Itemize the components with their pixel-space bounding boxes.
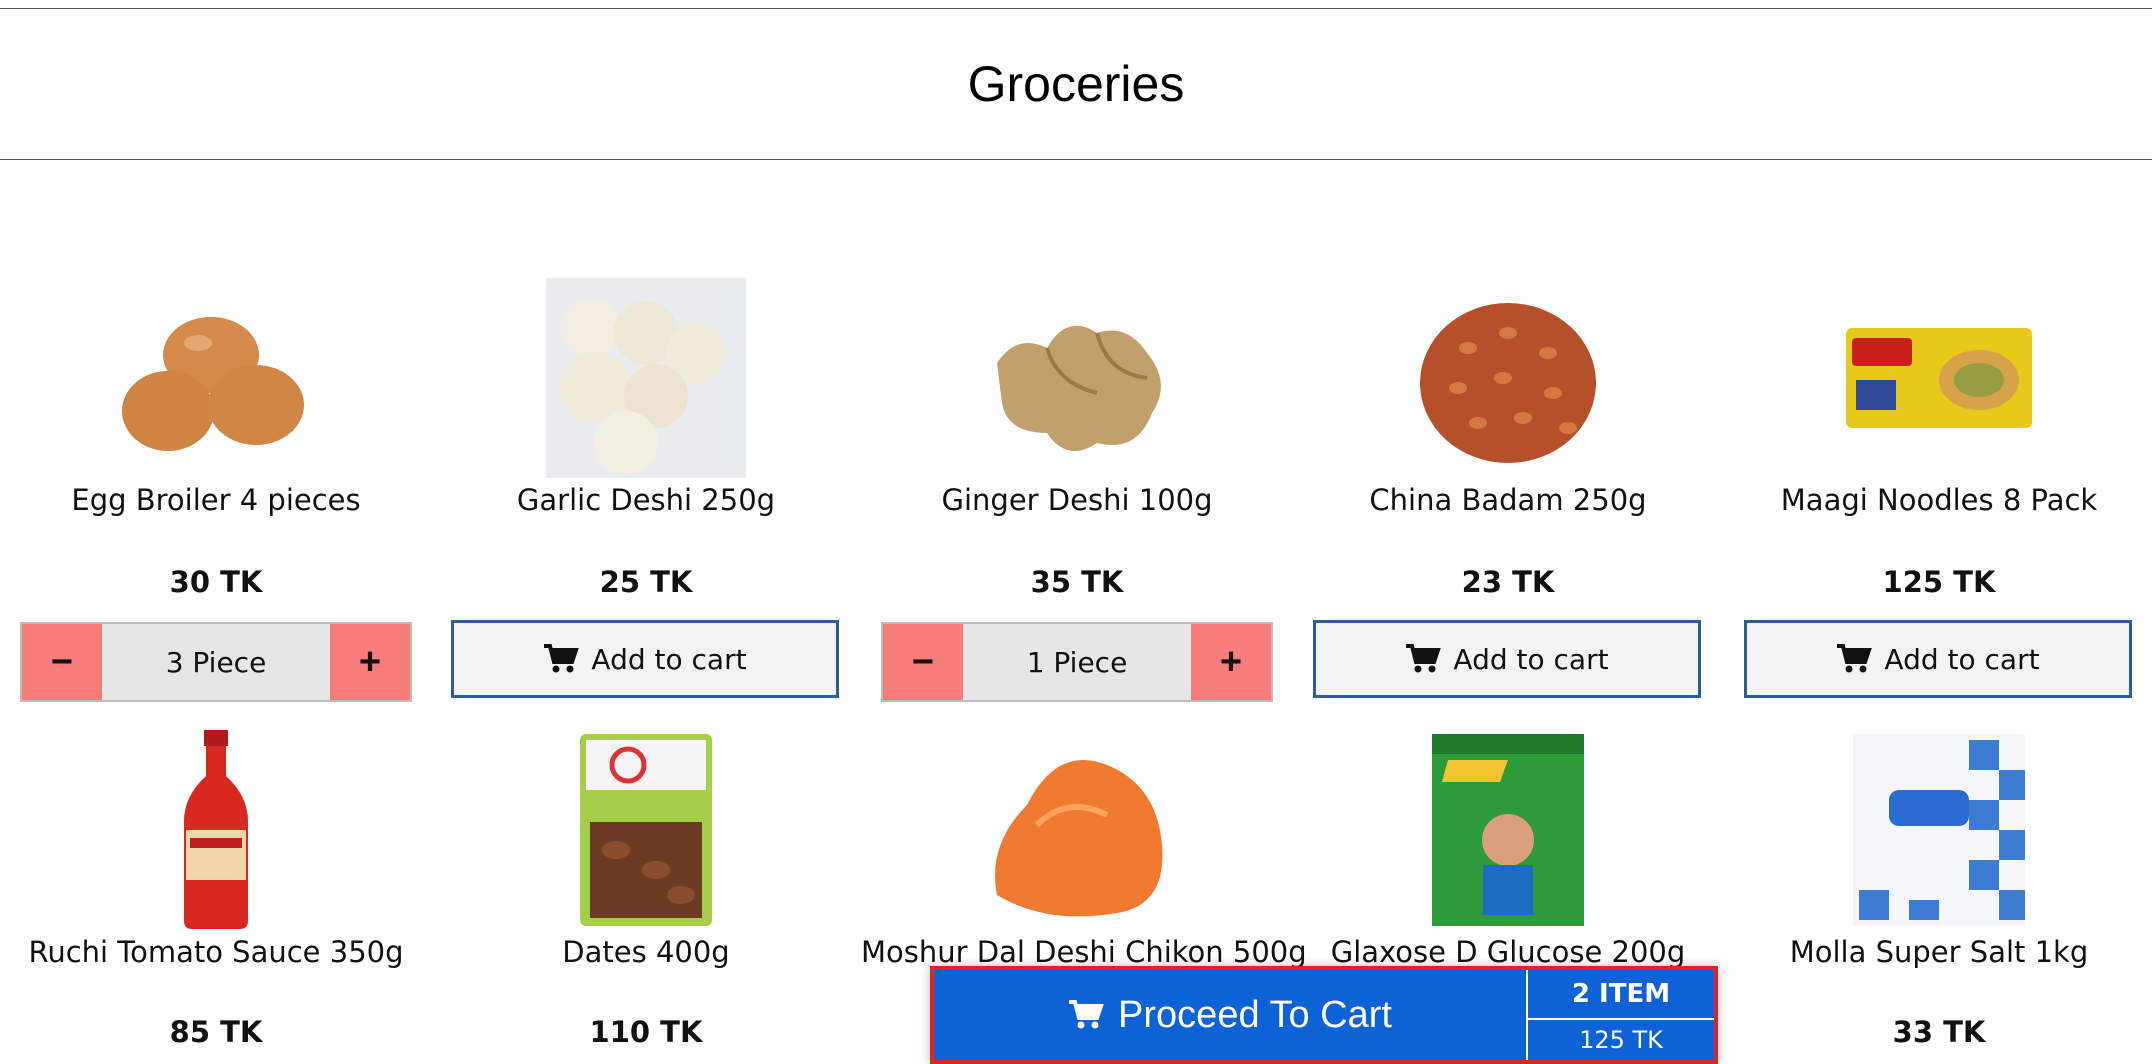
proceed-to-cart-bar[interactable]: Proceed To Cart 2 ITEM 125 TK [930,966,1718,1064]
cart-icon [1406,644,1442,673]
product-name: China Badam 250g [1369,483,1647,517]
proceed-label: Proceed To Cart [1118,993,1392,1036]
product-name: Moshur Dal Deshi Chikon 500g [861,935,1307,969]
product-image-lentils [861,730,1293,930]
add-to-cart-button[interactable]: Add to cart [1313,620,1701,698]
cart-summary: 2 ITEM 125 TK [1526,970,1714,1060]
cart-total: 125 TK [1579,1026,1663,1054]
add-to-cart-label: Add to cart [1453,642,1609,676]
product-price: 125 TK [1882,565,1996,599]
product-name: Ginger Deshi 100g [941,483,1213,517]
product-name: Garlic Deshi 250g [516,483,776,517]
quantity-value: 3 Piece [165,645,267,679]
product-name: Glaxose D Glucose 200g [1330,935,1686,969]
minus-icon: − [911,640,935,683]
product-image-dates-pack [430,730,862,930]
product-price: 25 TK [599,565,693,599]
product-price: 35 TK [1030,565,1124,599]
plus-icon: + [358,640,382,683]
product-name: Maagi Noodles 8 Pack [1780,483,2098,517]
increase-button[interactable]: + [330,624,410,700]
product-name: Molla Super Salt 1kg [1789,935,2089,969]
add-to-cart-label: Add to cart [591,642,747,676]
increase-button[interactable]: + [1191,624,1271,700]
product-image-noodles-pack [1723,278,2152,478]
cart-icon [1069,1000,1104,1029]
product-name: Egg Broiler 4 pieces [71,483,361,517]
cart-icon [544,644,580,673]
quantity-stepper: − 1 Piece + [881,622,1273,702]
cart-icon [1837,644,1873,673]
product-image-peanuts [1292,278,1724,478]
product-image-ginger [861,278,1293,478]
product-image-eggs [0,278,432,478]
quantity-stepper: − 3 Piece + [20,622,412,702]
product-name: Ruchi Tomato Sauce 350g [28,935,404,969]
product-name: Dates 400g [562,935,730,969]
add-to-cart-button[interactable]: Add to cart [1744,620,2132,698]
product-image-sauce-bottle [0,730,432,930]
product-grid: Egg Broiler 4 pieces 30 TK − 3 Piece + G… [0,0,2152,1064]
decrease-button[interactable]: − [22,624,102,700]
add-to-cart-button[interactable]: Add to cart [451,620,839,698]
cart-item-count: 2 ITEM [1528,970,1714,1020]
product-image-garlic [430,278,862,478]
quantity-value: 1 Piece [1026,645,1128,679]
minus-icon: − [50,640,74,683]
proceed-to-cart-button[interactable]: Proceed To Cart [934,970,1526,1060]
add-to-cart-label: Add to cart [1884,642,2040,676]
product-price: 33 TK [1892,1015,1986,1049]
product-image-salt-pack [1723,730,2152,930]
plus-icon: + [1219,640,1243,683]
product-price: 23 TK [1461,565,1555,599]
product-price: 110 TK [589,1015,703,1049]
product-image-glucose-box [1292,730,1724,930]
decrease-button[interactable]: − [883,624,963,700]
product-price: 30 TK [169,565,263,599]
product-price: 85 TK [169,1015,263,1049]
